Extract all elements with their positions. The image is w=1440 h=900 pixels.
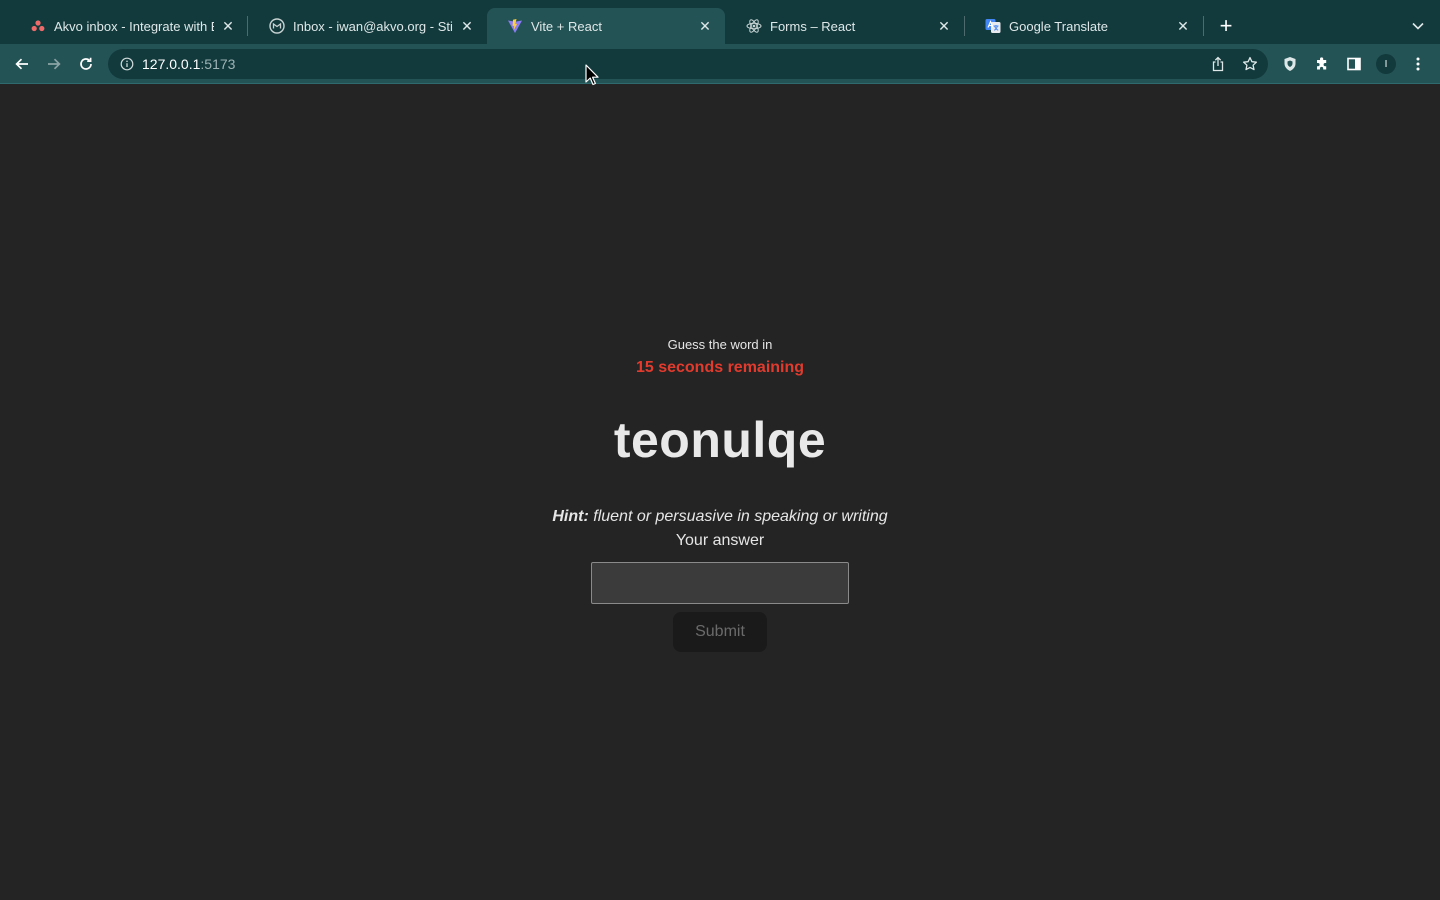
tab-gmail-inbox[interactable]: Inbox - iwan@akvo.org - Stich ✕ (249, 8, 487, 44)
share-icon[interactable] (1204, 50, 1232, 78)
vite-icon (507, 18, 523, 34)
extensions-puzzle-icon[interactable] (1308, 50, 1336, 78)
close-icon[interactable]: ✕ (697, 18, 713, 34)
close-icon[interactable]: ✕ (220, 18, 236, 34)
profile-avatar[interactable]: I (1376, 54, 1396, 74)
shield-extension-icon[interactable] (1276, 50, 1304, 78)
tab-google-translate[interactable]: Google Translate ✕ (965, 8, 1203, 44)
tab-divider (1203, 16, 1204, 36)
tab-vite-react[interactable]: Vite + React ✕ (487, 8, 725, 44)
tab-search-chevron-icon[interactable] (1406, 14, 1430, 38)
tab-forms-react[interactable]: Forms – React ✕ (726, 8, 964, 44)
hint-line: Hint: fluent or persuasive in speaking o… (0, 508, 1440, 526)
bookmark-star-icon[interactable] (1236, 50, 1264, 78)
tab-title: Akvo inbox - Integrate with BE (54, 18, 214, 34)
reload-icon[interactable] (72, 50, 100, 78)
new-tab-button[interactable]: + (1214, 13, 1238, 38)
site-info-icon[interactable] (120, 57, 134, 71)
hint-text: fluent or persuasive in speaking or writ… (593, 508, 888, 525)
close-icon[interactable]: ✕ (459, 18, 475, 34)
gmail-icon (269, 18, 285, 34)
close-icon[interactable]: ✕ (936, 18, 952, 34)
kebab-menu-icon[interactable] (1404, 50, 1432, 78)
forward-arrow-icon[interactable] (40, 50, 68, 78)
word-game-app: Guess the word in 15 seconds remaining t… (0, 85, 1440, 900)
answer-input[interactable] (591, 562, 849, 604)
tab-title: Vite + React (531, 18, 602, 34)
tab-akvo-inbox[interactable]: Akvo inbox - Integrate with BE ✕ (10, 8, 248, 44)
url-host: 127.0.0.1 (142, 56, 201, 72)
browser-tab-strip: Akvo inbox - Integrate with BE ✕ Inbox -… (0, 0, 1440, 44)
url-port: :5173 (200, 56, 236, 72)
tab-title: Inbox - iwan@akvo.org - Stich (293, 18, 453, 34)
mouse-cursor-icon (585, 64, 599, 86)
tab-divider (247, 16, 248, 36)
tab-title: Forms – React (770, 18, 856, 34)
side-panel-icon[interactable] (1340, 50, 1368, 78)
back-arrow-icon[interactable] (8, 50, 36, 78)
hint-label: Hint: (552, 508, 589, 525)
answer-label: Your answer (675, 532, 765, 549)
asana-icon (30, 18, 46, 34)
countdown-timer: 15 seconds remaining (635, 359, 805, 376)
react-icon (746, 18, 762, 34)
browser-toolbar: 127.0.0.1:5173 I (0, 44, 1440, 84)
tab-title: Google Translate (1009, 18, 1109, 34)
game-prompt: Guess the word in (667, 337, 773, 352)
close-icon[interactable]: ✕ (1175, 18, 1191, 34)
submit-button[interactable]: Submit (673, 612, 767, 652)
google-translate-icon (985, 18, 1001, 34)
scrambled-word: teonulqe (613, 412, 827, 468)
address-bar[interactable]: 127.0.0.1:5173 (108, 49, 1268, 79)
